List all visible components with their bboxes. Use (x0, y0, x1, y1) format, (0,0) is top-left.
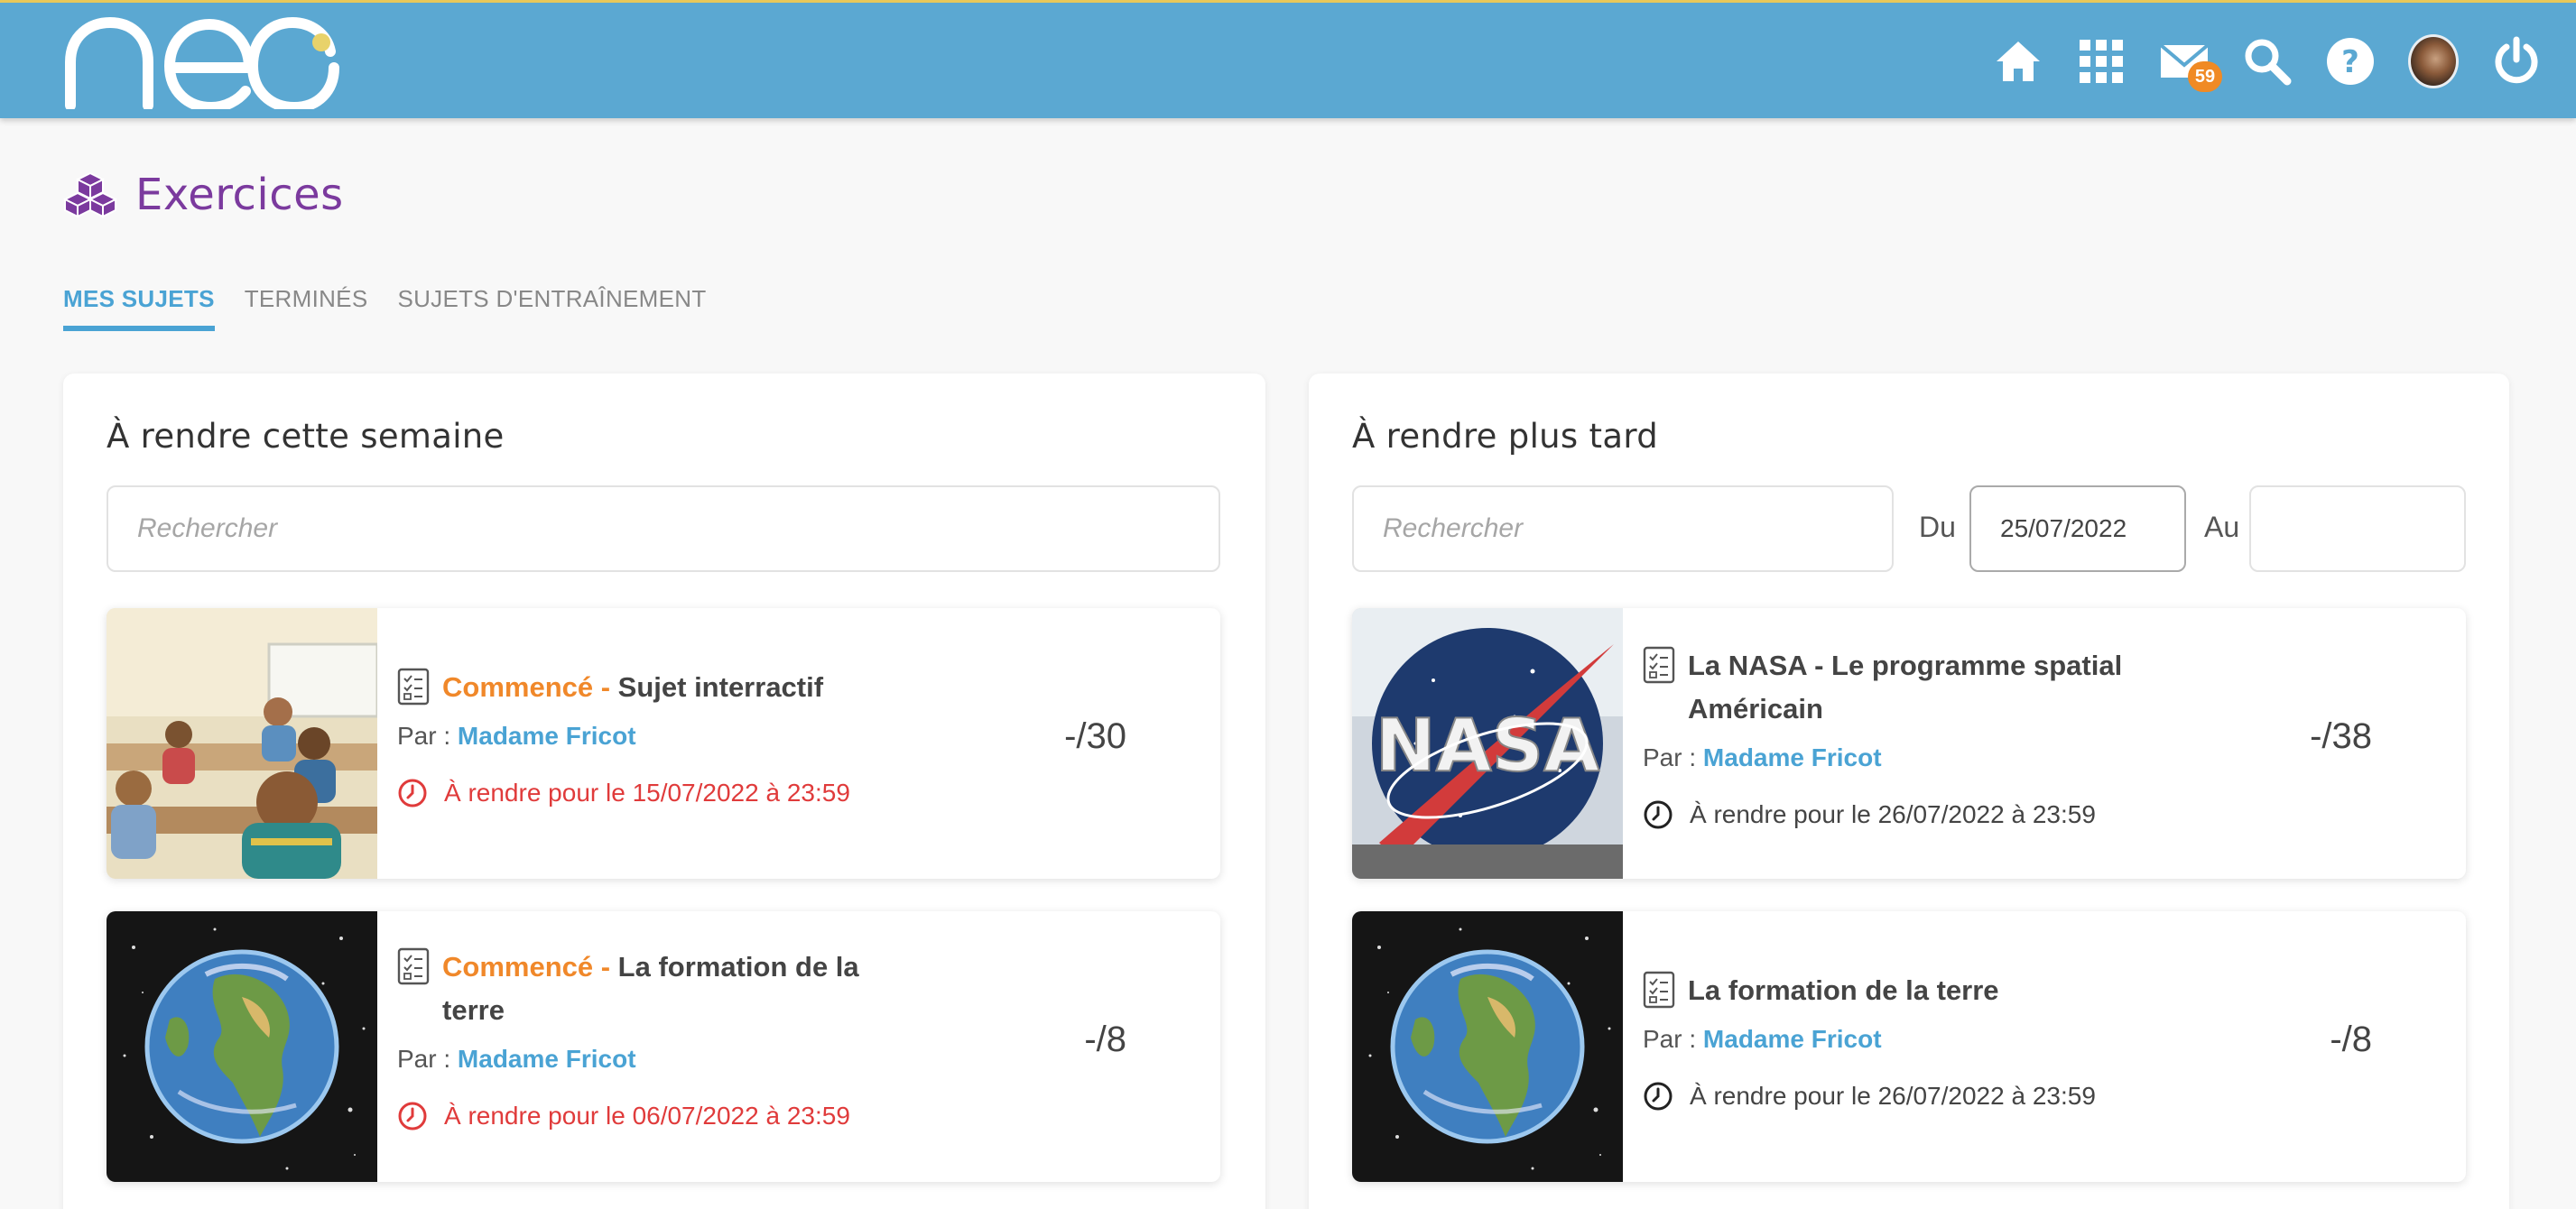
card-body: La formation de la terre Par : Madame Fr… (1643, 911, 2202, 1182)
card-author: Par : Madame Fricot (397, 722, 957, 751)
card-title-text: Sujet interractif (617, 671, 824, 703)
cubes-icon (63, 171, 117, 218)
status-label: Commencé - (442, 671, 618, 703)
exercise-doc-icon (397, 947, 430, 985)
exercise-doc-icon (397, 668, 430, 706)
by-label: Par : (1643, 1025, 1703, 1053)
card-title: La NASA - Le programme spatial Américain (1688, 644, 2175, 731)
teacher-link[interactable]: Madame Fricot (458, 722, 636, 750)
avatar[interactable] (2408, 34, 2459, 88)
to-label: Au (2204, 511, 2240, 543)
teacher-link[interactable]: Madame Fricot (1703, 743, 1882, 771)
exercise-card[interactable]: Commencé - Sujet interractif Par : Madam… (107, 608, 1220, 879)
exercise-card[interactable]: Commencé - La formation de la terre Par … (107, 911, 1220, 1182)
svg-text:?: ? (2341, 44, 2359, 80)
card-body: La NASA - Le programme spatial Américain… (1643, 608, 2202, 879)
home-icon[interactable] (1993, 36, 2043, 87)
search-input[interactable] (1352, 485, 1894, 572)
user-avatar[interactable] (2408, 34, 2459, 88)
by-label: Par : (1643, 743, 1703, 771)
exercise-card[interactable]: NASA La NASA - Le programme spatial Amér… (1352, 608, 2466, 879)
earth-image (107, 911, 377, 1182)
card-body: Commencé - La formation de la terre Par … (397, 911, 957, 1182)
panel-later: À rendre plus tard Du Au NASA La NASA - … (1309, 374, 2509, 1209)
exercise-doc-icon (1643, 971, 1675, 1009)
tab-bar: MES SUJETS TERMINÉS SUJETS D'ENTRAÎNEMEN… (63, 285, 707, 331)
score: -/38 (2310, 716, 2372, 756)
card-title-text: La NASA - Le programme spatial Américain (1688, 650, 2123, 724)
by-label: Par : (397, 1045, 458, 1073)
due-date: À rendre pour le 15/07/2022 à 23:59 (397, 778, 957, 808)
clock-icon (397, 778, 428, 808)
clock-icon (1643, 799, 1673, 830)
card-author: Par : Madame Fricot (1643, 1025, 2202, 1054)
due-date-text: À rendre pour le 15/07/2022 à 23:59 (444, 779, 850, 807)
card-author: Par : Madame Fricot (397, 1045, 957, 1074)
svg-text:NASA: NASA (1376, 704, 1599, 788)
card-title: Commencé - Sujet interractif (442, 666, 823, 709)
nasa-image: NASA (1352, 608, 1623, 879)
exercise-card[interactable]: La formation de la terre Par : Madame Fr… (1352, 911, 2466, 1182)
power-icon[interactable] (2491, 36, 2542, 87)
tab-sujets-entrainement[interactable]: SUJETS D'ENTRAÎNEMENT (397, 285, 706, 331)
mail-count-badge: 59 (2188, 61, 2222, 92)
help-icon[interactable]: ? (2325, 36, 2376, 87)
clock-icon (397, 1101, 428, 1131)
earth-image (1352, 911, 1623, 1182)
mail-icon[interactable]: 59 (2159, 36, 2222, 92)
to-date-input[interactable] (2249, 485, 2466, 572)
card-title-text: La formation de la terre (1688, 974, 1999, 1006)
page-title-text: Exercices (135, 170, 344, 220)
score: -/30 (1064, 716, 1126, 756)
teacher-link[interactable]: Madame Fricot (458, 1045, 636, 1073)
card-author: Par : Madame Fricot (1643, 743, 2202, 772)
top-bar: 59 ? (0, 0, 2576, 118)
card-title: La formation de la terre (1688, 969, 1999, 1012)
due-date-text: À rendre pour le 06/07/2022 à 23:59 (444, 1102, 850, 1130)
page-title: Exercices (63, 170, 344, 220)
status-label: Commencé - (442, 951, 618, 983)
teacher-link[interactable]: Madame Fricot (1703, 1025, 1882, 1053)
panel-title: À rendre cette semaine (107, 417, 505, 456)
from-date-input[interactable] (1969, 485, 2186, 572)
due-date-text: À rendre pour le 26/07/2022 à 23:59 (1690, 1082, 2096, 1110)
card-body: Commencé - Sujet interractif Par : Madam… (397, 608, 957, 879)
due-date: À rendre pour le 26/07/2022 à 23:59 (1643, 1081, 2202, 1112)
panel-this-week: À rendre cette semaine Commencé - Sujet … (63, 374, 1265, 1209)
score: -/8 (2330, 1020, 2372, 1059)
search-input[interactable] (107, 485, 1220, 572)
tab-termines[interactable]: TERMINÉS (245, 285, 368, 331)
due-date-text: À rendre pour le 26/07/2022 à 23:59 (1690, 800, 2096, 828)
classroom-image (107, 608, 377, 879)
apps-grid-icon[interactable] (2076, 36, 2127, 87)
search-icon[interactable] (2242, 36, 2293, 87)
from-label: Du (1919, 511, 1956, 543)
due-date: À rendre pour le 06/07/2022 à 23:59 (397, 1101, 957, 1131)
score: -/8 (1084, 1020, 1126, 1059)
clock-icon (1643, 1081, 1673, 1112)
exercise-doc-icon (1643, 646, 1675, 684)
panel-title: À rendre plus tard (1352, 417, 1658, 456)
by-label: Par : (397, 722, 458, 750)
due-date: À rendre pour le 26/07/2022 à 23:59 (1643, 799, 2202, 830)
tab-mes-sujets[interactable]: MES SUJETS (63, 285, 215, 331)
card-title: Commencé - La formation de la terre (442, 946, 894, 1032)
neo-logo[interactable] (63, 15, 343, 109)
